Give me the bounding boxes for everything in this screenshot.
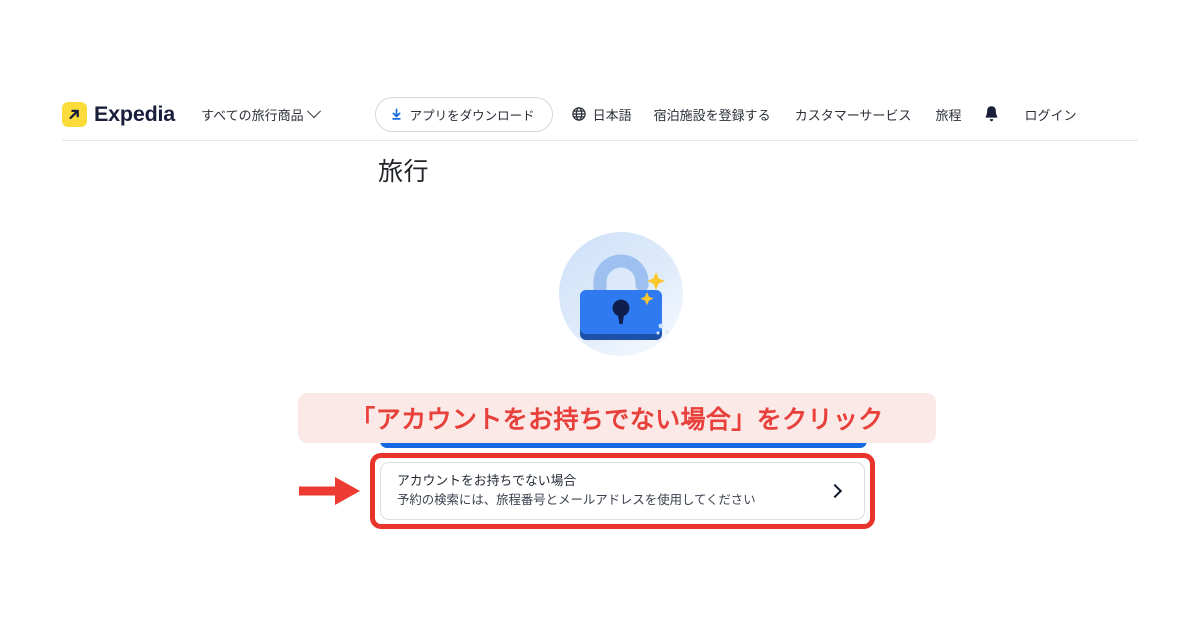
no-account-card[interactable]: アカウントをお持ちでない場合 予約の検索には、旅程番号とメールアドレスを使用して… — [380, 462, 865, 520]
chevron-down-icon — [306, 104, 321, 119]
app-download-button[interactable]: アプリをダウンロード — [374, 96, 553, 132]
nav-customer-service[interactable]: カスタマーサービス — [795, 105, 912, 124]
nav-language-label: 日本語 — [592, 107, 632, 123]
globe-icon — [571, 107, 586, 121]
no-account-card-texts: アカウントをお持ちでない場合 予約の検索には、旅程番号とメールアドレスを使用して… — [397, 472, 830, 510]
expedia-logo[interactable]: Expedia — [62, 101, 176, 127]
expedia-wordmark: Expedia — [94, 101, 176, 126]
unlocked-padlock-illustration — [548, 232, 694, 360]
no-account-card-subtitle: 予約の検索には、旅程番号とメールアドレスを使用してください — [397, 493, 756, 508]
nav-all-travel-products[interactable]: すべての旅行商品 — [201, 104, 321, 124]
header-divider — [62, 140, 1138, 141]
nav-trips[interactable]: 旅程 — [935, 105, 961, 124]
annotation-banner-text: 「アカウントをお持ちでない場合」をクリック — [350, 406, 884, 434]
expedia-arrow-icon — [62, 101, 87, 127]
app-download-label: アプリをダウンロード — [409, 108, 535, 123]
login-button[interactable]: ログイン — [1024, 105, 1076, 124]
notifications-button[interactable] — [983, 105, 1000, 123]
annotation-red-arrow — [297, 474, 363, 508]
nav-all-travel-products-label: すべての旅行商品 — [201, 107, 304, 123]
download-icon — [391, 108, 401, 120]
site-header: Expedia すべての旅行商品 アプリをダウンロード 日本語 宿泊施設を登録す… — [0, 88, 1200, 140]
page-title: 旅行 — [378, 158, 430, 186]
no-account-card-title: アカウントをお持ちでない場合 — [397, 472, 577, 488]
bell-icon — [986, 106, 998, 122]
nav-language-selector[interactable]: 日本語 — [571, 105, 632, 124]
annotation-banner: 「アカウントをお持ちでない場合」をクリック — [298, 393, 936, 443]
nav-register-property[interactable]: 宿泊施設を登録する — [654, 105, 771, 124]
chevron-right-icon — [827, 483, 843, 499]
